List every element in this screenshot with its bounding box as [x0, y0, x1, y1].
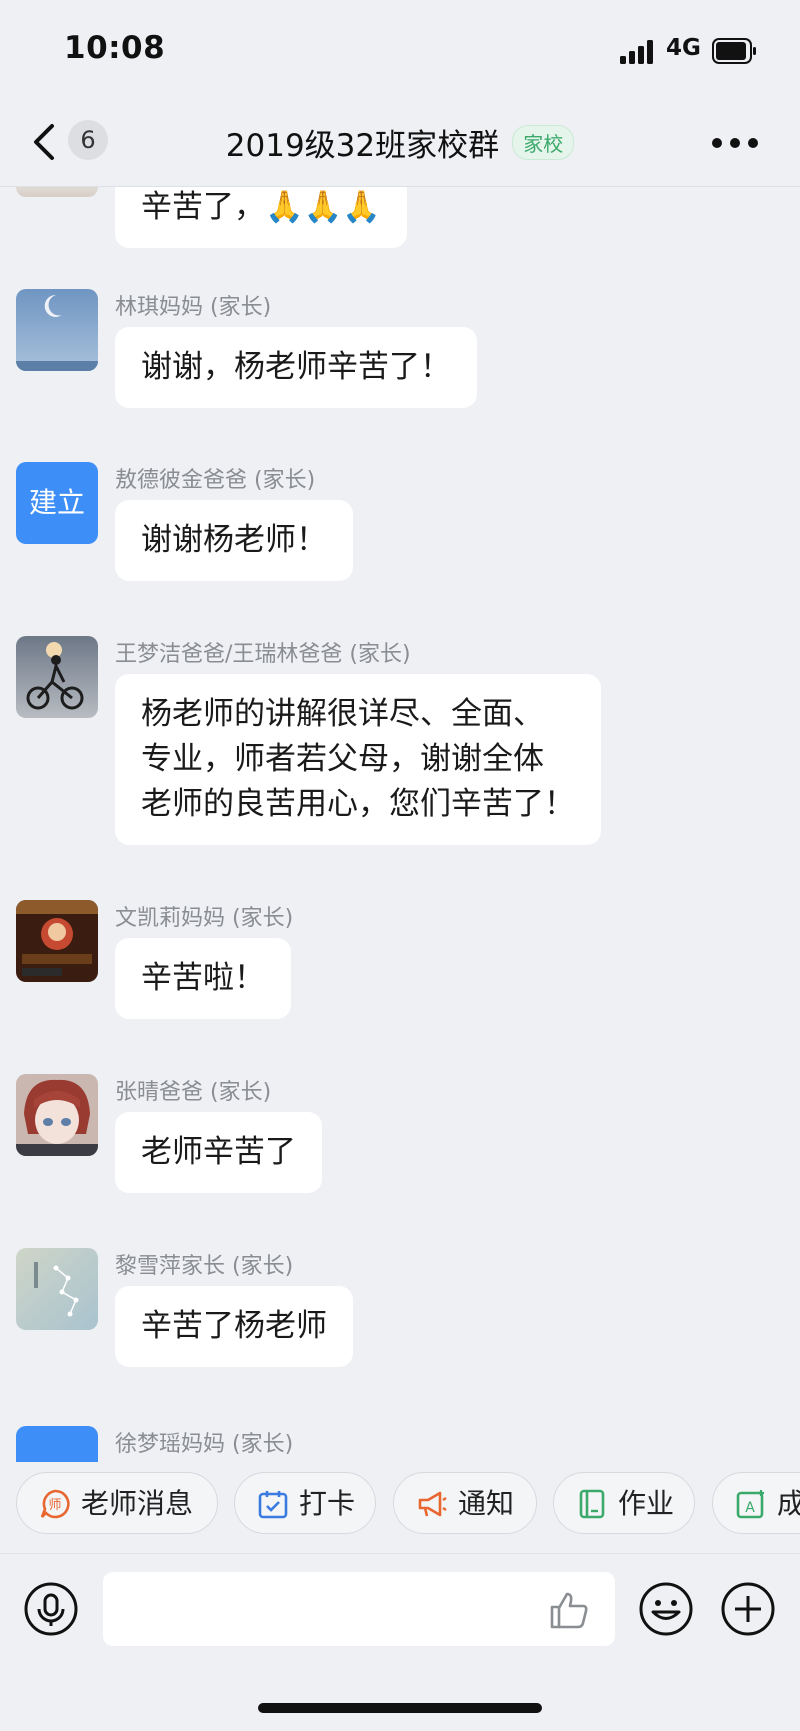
add-icon[interactable] [720, 1581, 776, 1637]
message-bubble[interactable]: 辛苦啦！ [115, 938, 291, 1019]
megaphone-icon [418, 1491, 447, 1517]
anime-character-icon [16, 1074, 98, 1156]
notice-button[interactable]: 通知 [393, 1472, 537, 1534]
avatar[interactable] [16, 636, 98, 718]
avatar[interactable] [16, 1074, 98, 1156]
sender-name: 张晴爸爸 (家长) [115, 1080, 272, 1105]
avatar[interactable] [16, 1426, 98, 1462]
avatar[interactable]: 建立 [16, 462, 98, 544]
sender-name: 林琪妈妈 (家长) [115, 295, 272, 320]
checkin-icon [258, 1491, 288, 1519]
constellation-icon [16, 1248, 98, 1330]
svg-text:师: 师 [48, 1498, 61, 1513]
game-screenshot-icon [16, 900, 98, 982]
homework-icon [579, 1489, 605, 1519]
moon-sky-icon [16, 289, 98, 371]
more-icon[interactable] [710, 136, 760, 150]
grades-button[interactable]: A 成 [712, 1472, 800, 1534]
message-bubble[interactable]: 辛苦了杨老师 [115, 1286, 353, 1367]
message-bubble[interactable]: 老师辛苦了 [115, 1112, 322, 1193]
message-bubble[interactable]: 谢谢，杨老师辛苦了！ [115, 327, 477, 408]
message-bubble[interactable]: 杨老师的讲解很详尽、全面、 专业，师者若父母，谢谢全体 老师的良苦用心，您们辛苦… [115, 674, 601, 845]
chat-list[interactable]: 辛苦了，🙏🙏🙏 林琪妈妈 (家长) 谢谢，杨老师辛苦了！ 建立 敖德彼金爸爸 (… [0, 187, 800, 1462]
checkin-button[interactable]: 打卡 [234, 1472, 376, 1534]
avatar[interactable] [16, 900, 98, 982]
sender-name: 徐梦瑶妈妈 (家长) [115, 1432, 294, 1457]
home-indicator [258, 1703, 542, 1713]
sender-name: 文凯莉妈妈 (家长) [115, 906, 294, 931]
signal-icon [620, 40, 653, 64]
quick-action-label: 老师消息 [81, 1487, 194, 1520]
svg-text:A: A [745, 1500, 755, 1516]
voice-icon[interactable] [23, 1581, 79, 1637]
message-input[interactable] [103, 1572, 615, 1646]
sender-name: 王梦洁爸爸/王瑞林爸爸 (家长) [115, 642, 411, 667]
title-group: 2019级32班家校群 家校 [0, 120, 800, 165]
grade-icon: A [736, 1490, 764, 1519]
sender-name: 敖德彼金爸爸 (家长) [115, 468, 316, 493]
status-time: 10:08 [64, 30, 166, 66]
quick-action-label: 作业 [618, 1487, 675, 1520]
nav-bar: 6 2019级32班家校群 家校 [0, 100, 800, 187]
status-bar: 10:08 4G [0, 0, 800, 100]
battery-icon [712, 38, 756, 64]
quick-action-label: 打卡 [299, 1487, 356, 1520]
avatar[interactable] [16, 1248, 98, 1330]
avatar[interactable] [16, 289, 98, 371]
homework-button[interactable]: 作业 [553, 1472, 695, 1534]
teacher-icon: 师 [40, 1489, 70, 1519]
message-bubble[interactable]: 谢谢杨老师！ [115, 500, 353, 581]
cyclist-icon [16, 636, 98, 718]
page-title: 2019级32班家校群 [225, 128, 500, 164]
sender-name: 黎雪萍家长 (家长) [115, 1254, 294, 1279]
message-bubble[interactable]: 辛苦了，🙏🙏🙏 [115, 187, 407, 248]
network-label: 4G [666, 35, 701, 61]
avatar[interactable] [16, 187, 98, 197]
quick-action-label: 成 [777, 1487, 800, 1520]
emoji-icon[interactable] [638, 1581, 694, 1637]
input-bar [0, 1553, 800, 1664]
quick-action-label: 通知 [458, 1487, 515, 1520]
group-type-tag: 家校 [512, 125, 575, 160]
quick-action-bar: 师 老师消息 打卡 通知 作业 A 成 [0, 1472, 800, 1542]
teacher-messages-button[interactable]: 师 老师消息 [16, 1472, 218, 1534]
thumbs-up-icon[interactable] [548, 1590, 590, 1630]
